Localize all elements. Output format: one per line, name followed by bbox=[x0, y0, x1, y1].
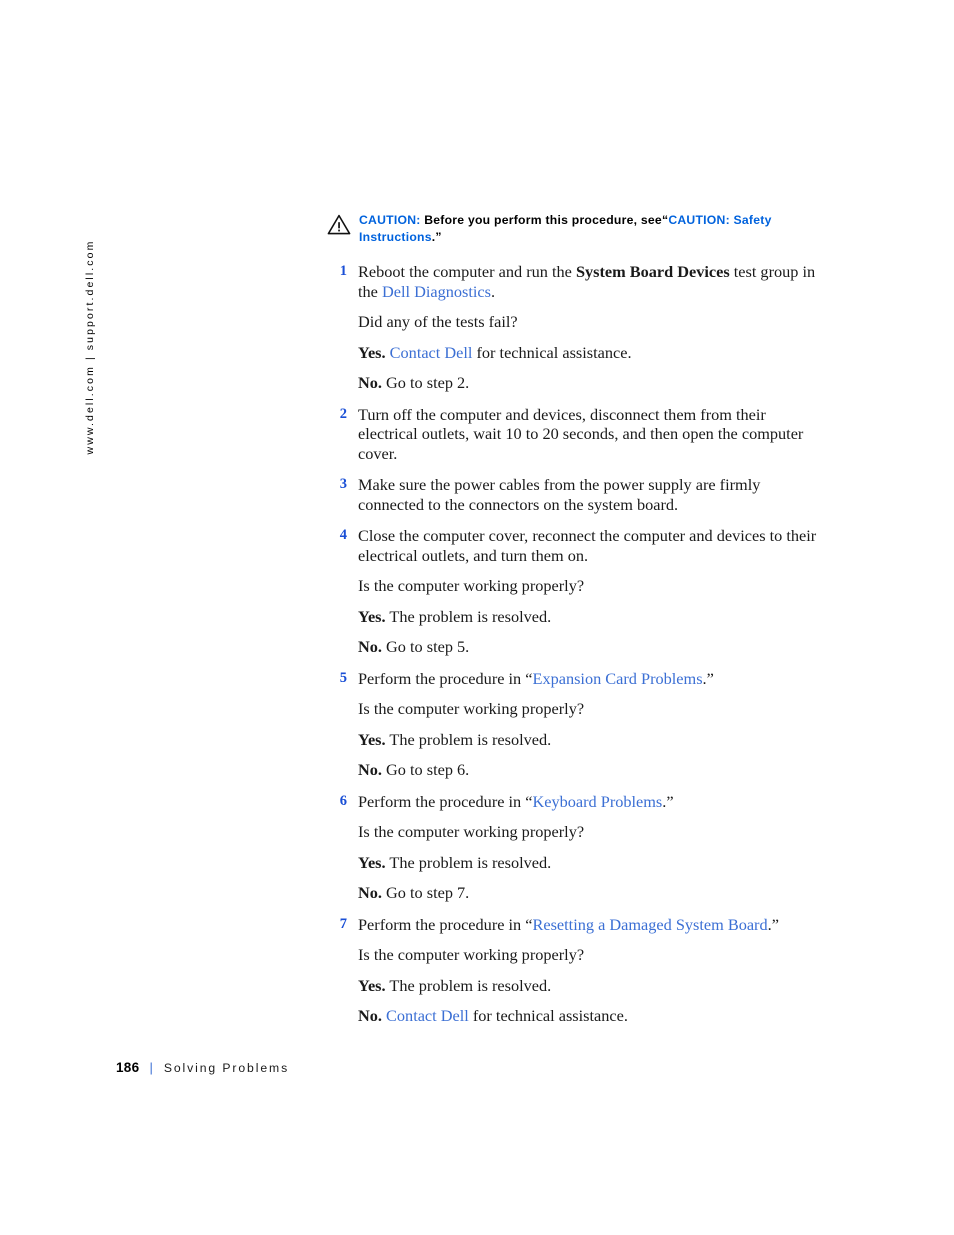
procedure-step: 3 Make sure the power cables from the pow… bbox=[327, 475, 817, 514]
cross-reference-link[interactable]: Dell Diagnostics bbox=[382, 282, 491, 301]
text-run: The problem is resolved. bbox=[385, 729, 552, 749]
procedure-step-list: 1 Reboot the computer and run the System … bbox=[327, 262, 817, 1026]
step-sub-line: Is the computer working properly? bbox=[358, 945, 817, 965]
step-sub-line: No. Go to step 5. bbox=[358, 637, 817, 657]
text-run: for technical assistance. bbox=[468, 1006, 628, 1025]
text-run: The problem is resolved. bbox=[385, 975, 552, 995]
text-run-bold: System Board Devices bbox=[575, 262, 730, 281]
text-run: Is the computer working properly? bbox=[358, 822, 585, 841]
text-run: Go to step 7. bbox=[381, 883, 470, 902]
text-run: The problem is resolved. bbox=[385, 852, 552, 872]
step-number: 1 bbox=[339, 263, 347, 279]
step-text: Close the computer cover, reconnect the … bbox=[358, 526, 817, 565]
step-number: 4 bbox=[339, 527, 347, 543]
text-run: Make sure the power cables from the powe… bbox=[358, 475, 761, 514]
procedure-step: 6 Perform the procedure in “Keyboard Prob… bbox=[327, 792, 817, 903]
text-run: Go to step 6. bbox=[381, 760, 470, 779]
page-footer: 186 | Solving Problems bbox=[116, 1060, 289, 1075]
footer-section-title: Solving Problems bbox=[163, 1061, 290, 1075]
caution-quote-close: .” bbox=[431, 230, 442, 244]
step-number: 3 bbox=[339, 476, 347, 492]
procedure-step: 7 Perform the procedure in “Resetting a D… bbox=[327, 915, 817, 1026]
text-run: .” bbox=[702, 668, 714, 688]
procedure-step: 2 Turn off the computer and devices, disc… bbox=[327, 405, 817, 464]
page-content: CAUTION: Before you perform this procedu… bbox=[327, 212, 817, 1026]
step-sub-line: Is the computer working properly? bbox=[358, 822, 817, 842]
caution-label: CAUTION: bbox=[359, 213, 421, 227]
text-run: Perform the procedure in “ bbox=[358, 791, 533, 811]
cross-reference-link[interactable]: Expansion Card Problems bbox=[533, 669, 703, 688]
text-run-bold: Yes. bbox=[358, 729, 386, 749]
step-sub-line: Did any of the tests fail? bbox=[358, 312, 817, 332]
step-sub-line: Yes. The problem is resolved. bbox=[358, 607, 817, 627]
step-sub-line: No. Go to step 7. bbox=[358, 883, 817, 903]
step-sub-line: Yes. The problem is resolved. bbox=[358, 976, 817, 996]
caution-body-before: Before you perform this procedure, see bbox=[424, 213, 662, 227]
step-text: Perform the procedure in “Expansion Card… bbox=[358, 669, 817, 689]
step-number: 6 bbox=[339, 792, 347, 809]
caution-notice: CAUTION: Before you perform this procedu… bbox=[327, 212, 817, 246]
text-run: Perform the procedure in “ bbox=[358, 668, 533, 688]
text-run-bold: Yes. bbox=[358, 852, 386, 872]
text-run: for technical assistance. bbox=[472, 342, 632, 362]
text-run: .” bbox=[662, 791, 674, 811]
cross-reference-link[interactable]: Keyboard Problems bbox=[533, 792, 663, 811]
step-sub-line: No. Go to step 6. bbox=[358, 760, 817, 780]
step-text: Perform the procedure in “Resetting a Da… bbox=[358, 915, 817, 935]
step-sub-line: Yes. The problem is resolved. bbox=[358, 730, 817, 750]
text-run: Close the computer cover, reconnect the … bbox=[358, 526, 817, 565]
text-run: Is the computer working properly? bbox=[358, 699, 585, 718]
text-run: Reboot the computer and run the bbox=[358, 262, 576, 281]
text-run: Go to step 5. bbox=[381, 637, 470, 656]
procedure-step: 5 Perform the procedure in “Expansion Car… bbox=[327, 669, 817, 780]
step-text: Perform the procedure in “Keyboard Probl… bbox=[358, 792, 817, 812]
step-text: Turn off the computer and devices, disco… bbox=[358, 405, 817, 464]
text-run: Go to step 2. bbox=[381, 373, 470, 392]
step-number: 7 bbox=[339, 915, 347, 932]
cross-reference-link[interactable]: Contact Dell bbox=[386, 1006, 469, 1025]
step-text: Reboot the computer and run the System B… bbox=[358, 262, 817, 301]
cross-reference-link[interactable]: Resetting a Damaged System Board bbox=[533, 915, 768, 934]
text-run-bold: No. bbox=[358, 760, 382, 779]
warning-triangle-icon bbox=[327, 214, 351, 235]
procedure-step: 4 Close the computer cover, reconnect the… bbox=[327, 526, 817, 657]
text-run: Turn off the computer and devices, disco… bbox=[358, 404, 804, 463]
text-run-bold: Yes. bbox=[358, 606, 386, 626]
procedure-step: 1 Reboot the computer and run the System … bbox=[327, 262, 817, 393]
text-run-bold: No. bbox=[358, 637, 382, 656]
footer-separator: | bbox=[149, 1060, 153, 1075]
step-sub-line: No. Go to step 2. bbox=[358, 373, 817, 393]
text-run: Perform the procedure in “ bbox=[358, 914, 533, 934]
step-sub-line: Is the computer working properly? bbox=[358, 576, 817, 596]
text-run-bold: No. bbox=[358, 883, 382, 902]
step-text: Make sure the power cables from the powe… bbox=[358, 475, 817, 514]
step-sub-line: Yes. The problem is resolved. bbox=[358, 853, 817, 873]
text-run: Is the computer working properly? bbox=[358, 945, 585, 964]
step-number: 5 bbox=[339, 669, 347, 686]
footer-page-number: 186 bbox=[116, 1060, 140, 1075]
text-run: The problem is resolved. bbox=[385, 606, 552, 626]
step-number: 2 bbox=[339, 405, 347, 422]
step-sub-line: Yes. Contact Dell for technical assistan… bbox=[358, 343, 817, 363]
side-rail: www.dell.com | support.dell.com bbox=[78, 222, 102, 472]
text-run: .” bbox=[767, 914, 779, 934]
text-run: Did any of the tests fail? bbox=[358, 312, 518, 331]
step-sub-line: Is the computer working properly? bbox=[358, 699, 817, 719]
caution-text: CAUTION: Before you perform this procedu… bbox=[359, 212, 817, 246]
cross-reference-link[interactable]: Contact Dell bbox=[390, 343, 473, 362]
text-run: . bbox=[490, 281, 496, 301]
side-rail-url-text: www.dell.com | support.dell.com bbox=[84, 239, 96, 455]
text-run-bold: Yes. bbox=[358, 975, 386, 995]
text-run-bold: No. bbox=[358, 373, 382, 392]
text-run: Is the computer working properly? bbox=[358, 576, 585, 595]
step-sub-line: No. Contact Dell for technical assistanc… bbox=[358, 1006, 817, 1026]
text-run-bold: No. bbox=[358, 1006, 382, 1025]
text-run-bold: Yes. bbox=[358, 342, 386, 362]
